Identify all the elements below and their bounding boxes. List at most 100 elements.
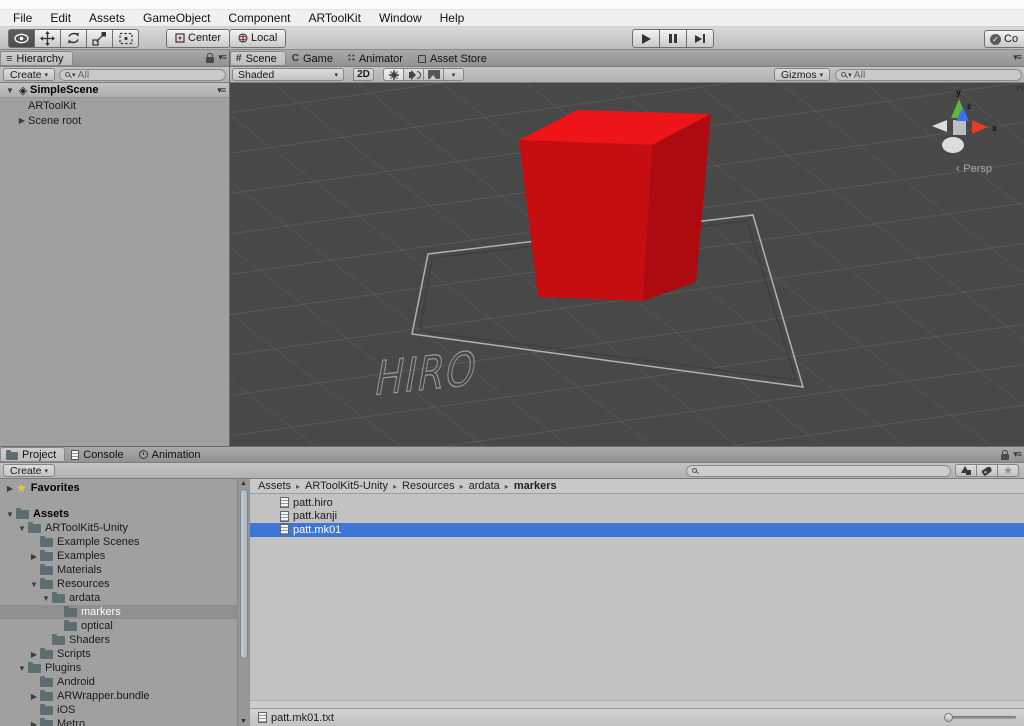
disclosure-triangle[interactable] (4, 510, 16, 519)
scene-view-tab[interactable]: Asset Store (412, 51, 496, 66)
file-row[interactable]: patt.hiro (250, 496, 1024, 510)
panel-menu-icon[interactable]: ▾≡ (1013, 52, 1021, 63)
scale-tool-button[interactable] (86, 29, 113, 48)
slider-knob[interactable] (944, 713, 953, 722)
horizontal-scrollbar[interactable] (250, 700, 1024, 708)
file-row[interactable]: patt.mk01 (250, 523, 1024, 537)
tree-row[interactable]: markers (0, 605, 237, 619)
disclosure-triangle[interactable] (40, 594, 52, 603)
scene-view-tab[interactable]: Game (286, 51, 342, 66)
view-tool-button[interactable] (8, 29, 35, 48)
menu-item[interactable]: ARToolKit (299, 11, 369, 25)
play-button[interactable] (632, 29, 660, 48)
scroll-up-icon[interactable]: ▲ (240, 479, 247, 488)
lock-icon[interactable] (206, 57, 214, 63)
scene-search-input[interactable]: ▾ All (835, 69, 1022, 81)
search-by-type-button[interactable] (955, 464, 977, 477)
bottom-panel-tab[interactable]: Project (0, 447, 65, 462)
tab-hierarchy[interactable]: Hierarchy (0, 51, 73, 66)
2d-toggle-button[interactable]: 2D (353, 68, 374, 81)
lighting-toggle-button[interactable] (383, 68, 404, 81)
move-tool-button[interactable] (34, 29, 61, 48)
rotate-tool-button[interactable] (60, 29, 87, 48)
effects-dropdown-button[interactable]: ▾ (443, 68, 464, 81)
gizmos-dropdown[interactable]: Gizmos ▾ (774, 68, 830, 81)
project-search-input[interactable] (686, 465, 951, 477)
tree-row[interactable]: optical (0, 619, 237, 633)
menu-item[interactable]: GameObject (134, 11, 219, 25)
tree-row[interactable]: Shaders (0, 633, 237, 647)
collab-button[interactable]: ✓ Co (984, 30, 1024, 48)
tree-row[interactable]: Materials (0, 563, 237, 577)
disclosure-triangle[interactable] (28, 720, 40, 726)
step-button[interactable] (686, 29, 714, 48)
disclosure-triangle[interactable] (16, 116, 28, 125)
tree-row[interactable]: Plugins (0, 661, 237, 675)
tree-scrollbar[interactable]: ▲ ▼ (237, 479, 249, 726)
tree-row[interactable]: ARWrapper.bundle (0, 689, 237, 703)
breadcrumb-item[interactable]: markers (500, 480, 557, 492)
pause-button[interactable] (659, 29, 687, 48)
tree-row[interactable]: Favorites (0, 481, 237, 495)
thumbnail-size-slider[interactable] (944, 713, 1016, 722)
disclosure-triangle[interactable] (28, 692, 40, 701)
tree-row[interactable]: iOS (0, 703, 237, 717)
scene-view-tab[interactable]: Animator (342, 51, 412, 66)
effects-toggle-button[interactable] (423, 68, 444, 81)
project-create-button[interactable]: Create ▾ (3, 464, 55, 477)
menu-item[interactable]: Window (370, 11, 431, 25)
menu-item[interactable]: Component (219, 11, 299, 25)
bottom-panel-tab[interactable]: Animation (133, 447, 210, 462)
bottom-panel-tab[interactable]: Console (65, 447, 132, 462)
pivot-center-button[interactable]: Center (166, 29, 230, 48)
disclosure-triangle[interactable] (28, 650, 40, 659)
space-local-button[interactable]: Local (229, 29, 286, 48)
tree-row[interactable]: Metro (0, 717, 237, 726)
hierarchy-search-input[interactable]: ▾ All (59, 69, 226, 81)
projection-mode-label[interactable]: Persp (956, 161, 992, 175)
menu-item[interactable]: Assets (80, 11, 134, 25)
negative-x-cone[interactable] (932, 120, 947, 132)
panel-menu-icon[interactable]: ▾≡ (218, 52, 226, 63)
audio-toggle-button[interactable] (403, 68, 424, 81)
breadcrumb-item[interactable]: Resources (388, 480, 455, 492)
hierarchy-row[interactable]: ARToolKit ▾≡ (0, 98, 229, 113)
scene-view-tab[interactable]: Scene (230, 51, 286, 66)
favorites-filter-button[interactable]: ★ (997, 464, 1019, 477)
shading-mode-dropdown[interactable]: Shaded ▾ (232, 68, 344, 81)
scene-viewport[interactable]: HIRO y z x Persp (230, 83, 1024, 446)
panel-menu-icon[interactable]: ▾≡ (1013, 449, 1021, 460)
tree-row[interactable]: Resources (0, 577, 237, 591)
orientation-gizmo[interactable]: y z x (922, 87, 1002, 165)
hierarchy-row[interactable]: Scene root ▾≡ (0, 113, 229, 128)
tree-row[interactable]: Scripts (0, 647, 237, 661)
tree-row[interactable]: ardata (0, 591, 237, 605)
hierarchy-create-button[interactable]: Create ▾ (3, 68, 55, 81)
hierarchy-row[interactable]: SimpleScene ▾≡ (0, 83, 229, 98)
x-axis-cone[interactable] (972, 120, 988, 134)
menu-item[interactable]: File (4, 11, 41, 25)
scene-menu-icon[interactable]: ▾≡ (217, 85, 225, 96)
breadcrumb-item[interactable]: ARToolKit5-Unity (291, 480, 388, 492)
search-by-label-button[interactable] (976, 464, 998, 477)
scrollbar-thumb[interactable] (240, 489, 248, 659)
disclosure-triangle[interactable] (16, 664, 28, 673)
menu-item[interactable]: Help (431, 11, 474, 25)
cube-front-face[interactable] (519, 140, 652, 301)
disclosure-triangle[interactable] (4, 86, 16, 95)
scroll-down-icon[interactable]: ▼ (240, 717, 247, 726)
file-row[interactable]: patt.kanji (250, 510, 1024, 524)
negative-z-ball[interactable] (942, 137, 964, 153)
disclosure-triangle[interactable] (16, 524, 28, 533)
breadcrumb-item[interactable]: ardata (455, 480, 500, 492)
tree-row[interactable]: Example Scenes (0, 535, 237, 549)
breadcrumb-item[interactable]: Assets (258, 480, 291, 492)
tree-row[interactable]: Examples (0, 549, 237, 563)
tree-row[interactable]: Assets (0, 507, 237, 521)
disclosure-triangle[interactable] (28, 552, 40, 561)
tree-row[interactable]: Android (0, 675, 237, 689)
menu-item[interactable]: Edit (41, 11, 80, 25)
tree-row[interactable]: ARToolKit5-Unity (0, 521, 237, 535)
lock-icon[interactable] (1001, 454, 1009, 460)
disclosure-triangle[interactable] (28, 580, 40, 589)
